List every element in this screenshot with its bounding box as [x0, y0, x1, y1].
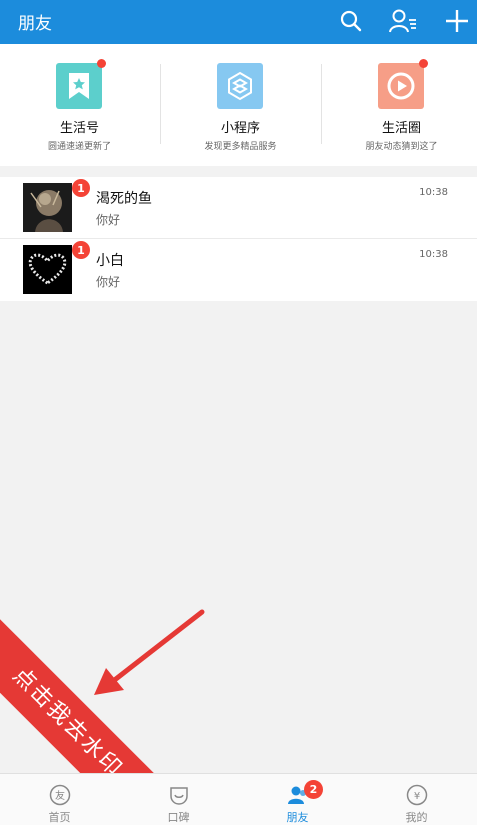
tab-label: 首页	[48, 811, 71, 824]
svg-text:¥: ¥	[414, 791, 420, 802]
profile-icon: ¥	[406, 784, 428, 806]
bottom-tab-bar: 友 首页 口碑 2 朋友 ¥ 我的	[0, 773, 477, 825]
home-icon: 友	[49, 784, 71, 806]
tab-home[interactable]: 友 首页	[0, 774, 119, 825]
tab-label: 朋友	[286, 811, 309, 824]
svg-text:友: 友	[55, 789, 65, 802]
tab-badge: 2	[304, 780, 323, 799]
tab-friends[interactable]: 2 朋友	[238, 774, 357, 825]
tab-profile[interactable]: ¥ 我的	[357, 774, 476, 825]
tab-label: 口碑	[167, 811, 190, 824]
tab-koubei[interactable]: 口碑	[119, 774, 238, 825]
tab-label: 我的	[405, 811, 428, 824]
koubei-icon	[170, 787, 188, 805]
